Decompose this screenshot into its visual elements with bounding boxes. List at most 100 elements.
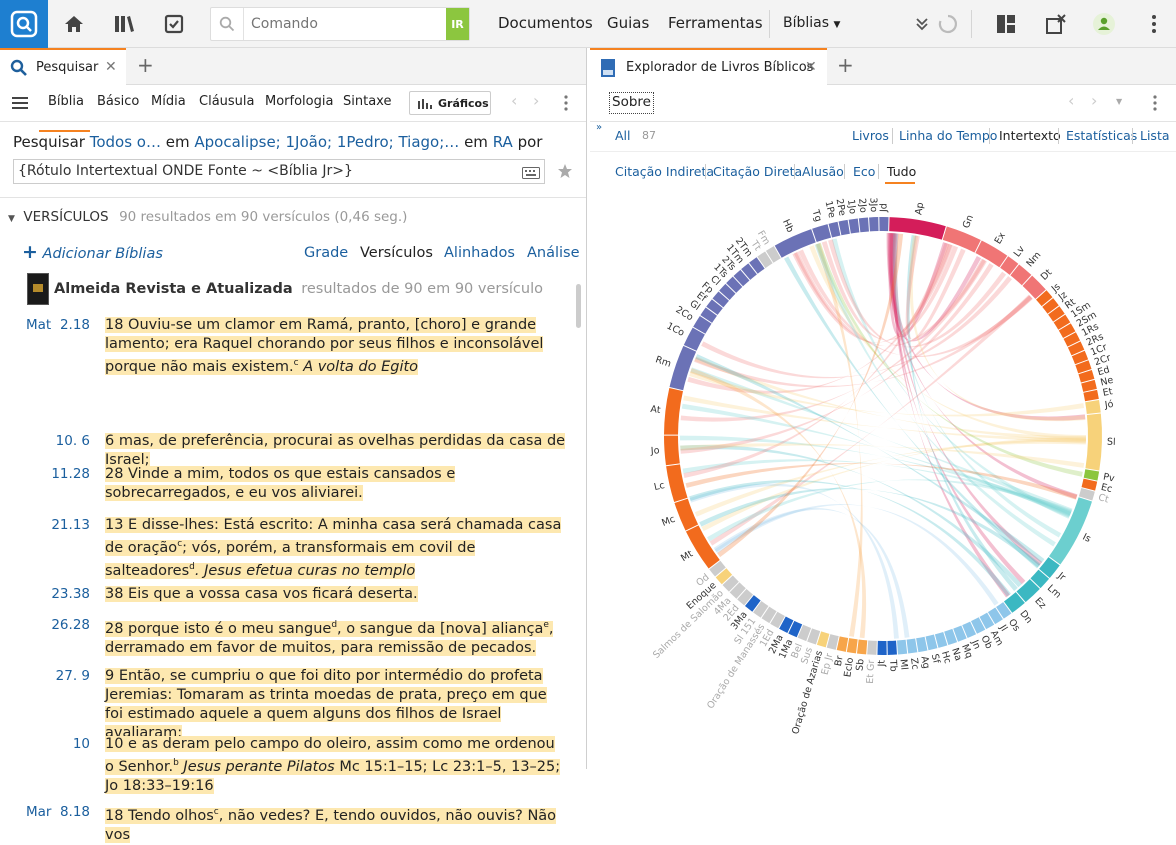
close-panels-icon[interactable] bbox=[1042, 10, 1070, 38]
segment-label: Et bbox=[1102, 386, 1114, 399]
verse-book[interactable]: Mar bbox=[26, 804, 52, 820]
subtab-morfologia[interactable]: Morfologia bbox=[265, 94, 333, 109]
filter-tudo[interactable]: Tudo bbox=[887, 164, 916, 179]
view-alinhados[interactable]: Alinhados bbox=[444, 244, 515, 263]
verse-text: 18 Tendo olhosc, não vedes? E, tendo ouv… bbox=[105, 807, 557, 843]
active-filter-indicator bbox=[885, 182, 915, 184]
intertext-chord-diagram[interactable]: ApGnExLvNmDtJsJzRt1Sm2Sm1Rs2Rs1Cr2CrEdNe… bbox=[590, 188, 1176, 769]
segment-2jo bbox=[858, 217, 869, 233]
segment-label: Jo bbox=[650, 445, 661, 457]
hamburger-menu-icon[interactable] bbox=[12, 95, 28, 114]
tasks-icon[interactable] bbox=[160, 10, 188, 38]
view-versiculos[interactable]: Versículos bbox=[360, 244, 433, 263]
view-linha-do-tempo[interactable]: Linha do Tempo bbox=[899, 128, 997, 143]
panel-menu-icon[interactable] bbox=[564, 95, 568, 115]
logos-logo-button[interactable] bbox=[0, 0, 48, 48]
keyboard-icon[interactable] bbox=[522, 167, 540, 179]
tab-pesquisar[interactable]: Pesquisar ✕ bbox=[0, 48, 126, 85]
view-analise[interactable]: Análise bbox=[527, 244, 580, 263]
results-header: ▼ VERSÍCULOS 90 resultados em 90 versícu… bbox=[8, 208, 407, 229]
verse-ref[interactable]: 26.28 bbox=[45, 617, 90, 633]
library-icon[interactable] bbox=[110, 10, 138, 38]
segment-label: Jó bbox=[1103, 399, 1114, 411]
view-intertexto[interactable]: Intertexto bbox=[999, 128, 1061, 143]
version-link[interactable]: RA bbox=[493, 133, 513, 151]
sync-icon[interactable] bbox=[934, 10, 962, 38]
segment-label: Sb bbox=[854, 658, 866, 671]
subtab-clausula[interactable]: Cláusula bbox=[199, 94, 255, 109]
close-tab-icon[interactable]: ✕ bbox=[105, 59, 117, 75]
verse-text: 18 Ouviu-se um clamor em Ramá, pranto, [… bbox=[105, 317, 544, 375]
expand-chevron-icon[interactable] bbox=[908, 10, 936, 38]
biblias-menu[interactable]: Bíblias ▼ bbox=[783, 15, 840, 31]
sobre-button[interactable]: Sobre bbox=[609, 92, 654, 114]
view-lista[interactable]: Lista bbox=[1140, 128, 1170, 143]
star-icon[interactable] bbox=[557, 163, 573, 179]
verse-book[interactable]: Mat bbox=[26, 317, 52, 333]
back-arrow-icon[interactable]: ‹ bbox=[511, 91, 517, 110]
scope-link[interactable]: Todos o… bbox=[90, 133, 161, 151]
view-grade[interactable]: Grade bbox=[304, 244, 348, 263]
home-icon[interactable] bbox=[60, 10, 88, 38]
nav-documentos[interactable]: Documentos bbox=[498, 14, 593, 32]
filter-citacao-indireta[interactable]: Citação Indireta bbox=[615, 164, 714, 179]
verse-ref[interactable]: 8.18 bbox=[55, 804, 90, 820]
results-scrollbar[interactable] bbox=[576, 284, 581, 328]
expand-sidebar-icon[interactable]: » bbox=[596, 122, 602, 133]
forward-arrow-icon[interactable]: › bbox=[533, 91, 539, 110]
nav-guias[interactable]: Guias bbox=[607, 14, 649, 32]
subtab-basico[interactable]: Básico bbox=[97, 94, 139, 109]
verse-ref[interactable]: 27. 9 bbox=[45, 668, 90, 684]
segment-label: Lm bbox=[1045, 583, 1063, 601]
verse-ref[interactable]: 21.13 bbox=[45, 517, 90, 533]
verse-ref[interactable]: 2.18 bbox=[55, 317, 90, 333]
back-arrow-icon[interactable]: ‹ bbox=[1068, 91, 1074, 110]
close-tab-icon[interactable]: ✕ bbox=[805, 59, 817, 75]
graficos-button[interactable]: Gráficos bbox=[409, 91, 491, 115]
nav-ferramentas[interactable]: Ferramentas bbox=[668, 14, 763, 32]
segment-label: Mc bbox=[660, 514, 677, 529]
query-input[interactable]: {Rótulo Intertextual ONDE Fonte ~ <Bíbli… bbox=[18, 163, 353, 179]
chart-icon bbox=[418, 98, 432, 109]
add-tab-icon[interactable]: + bbox=[837, 53, 854, 77]
subtab-sintaxe[interactable]: Sintaxe bbox=[343, 94, 391, 109]
all-filter[interactable]: All bbox=[615, 128, 631, 143]
books-link[interactable]: Apocalipse; 1João; 1Pedro; Tiago;… bbox=[194, 133, 459, 151]
verse-text: 28 porque isto é o meu sangued, o sangue… bbox=[105, 620, 554, 656]
subtab-biblia[interactable]: Bíblia bbox=[48, 94, 84, 109]
segment-label: Ez bbox=[1032, 596, 1048, 612]
dropdown-arrow-icon[interactable]: ▼ bbox=[1116, 97, 1122, 106]
segment-jt bbox=[877, 640, 887, 655]
add-tab-icon[interactable]: + bbox=[137, 53, 154, 77]
subtab-midia[interactable]: Mídia bbox=[151, 94, 186, 109]
filter-eco[interactable]: Eco bbox=[853, 164, 875, 179]
verse-ref[interactable]: 23.38 bbox=[45, 586, 90, 602]
search-scope-line: Pesquisar Todos o… em Apocalipse; 1João;… bbox=[13, 133, 542, 152]
view-livros[interactable]: Livros bbox=[852, 128, 889, 143]
logos-logo-icon bbox=[10, 10, 38, 38]
query-input-box[interactable]: {Rótulo Intertextual ONDE Fonte ~ <Bíbli… bbox=[13, 159, 545, 184]
verse-ref[interactable]: 11.28 bbox=[45, 466, 90, 482]
verse-ref[interactable]: 10 bbox=[45, 736, 90, 752]
search-prefix: Pesquisar bbox=[13, 133, 85, 151]
go-button[interactable]: IR bbox=[446, 8, 469, 40]
forward-arrow-icon[interactable]: › bbox=[1091, 91, 1097, 110]
verse-ref[interactable]: 10. 6 bbox=[45, 433, 90, 449]
command-input[interactable] bbox=[251, 13, 447, 35]
filter-citacao-direta[interactable]: Citação Direta bbox=[713, 164, 802, 179]
segment-br bbox=[836, 636, 849, 652]
segment-label: Rm bbox=[654, 354, 673, 369]
layouts-icon[interactable] bbox=[992, 10, 1020, 38]
more-menu-icon[interactable] bbox=[1140, 10, 1168, 38]
biblias-label: Bíblias bbox=[783, 15, 830, 31]
segment-jó bbox=[1085, 399, 1101, 414]
add-bibles-link[interactable]: + Adicionar Bíblias bbox=[22, 243, 163, 264]
filter-alusao[interactable]: Alusão bbox=[802, 164, 844, 179]
tab-explorador[interactable]: Explorador de Livros Bíblicos ✕ bbox=[590, 48, 827, 85]
panel-menu-icon[interactable] bbox=[1153, 95, 1157, 115]
view-estatisticas[interactable]: Estatísticas bbox=[1066, 128, 1137, 143]
user-avatar-icon[interactable] bbox=[1090, 10, 1118, 38]
collapse-arrow-icon[interactable]: ▼ bbox=[8, 214, 15, 224]
segment-label: Sl bbox=[1107, 437, 1116, 448]
segment-label: 2Jo bbox=[856, 198, 868, 214]
